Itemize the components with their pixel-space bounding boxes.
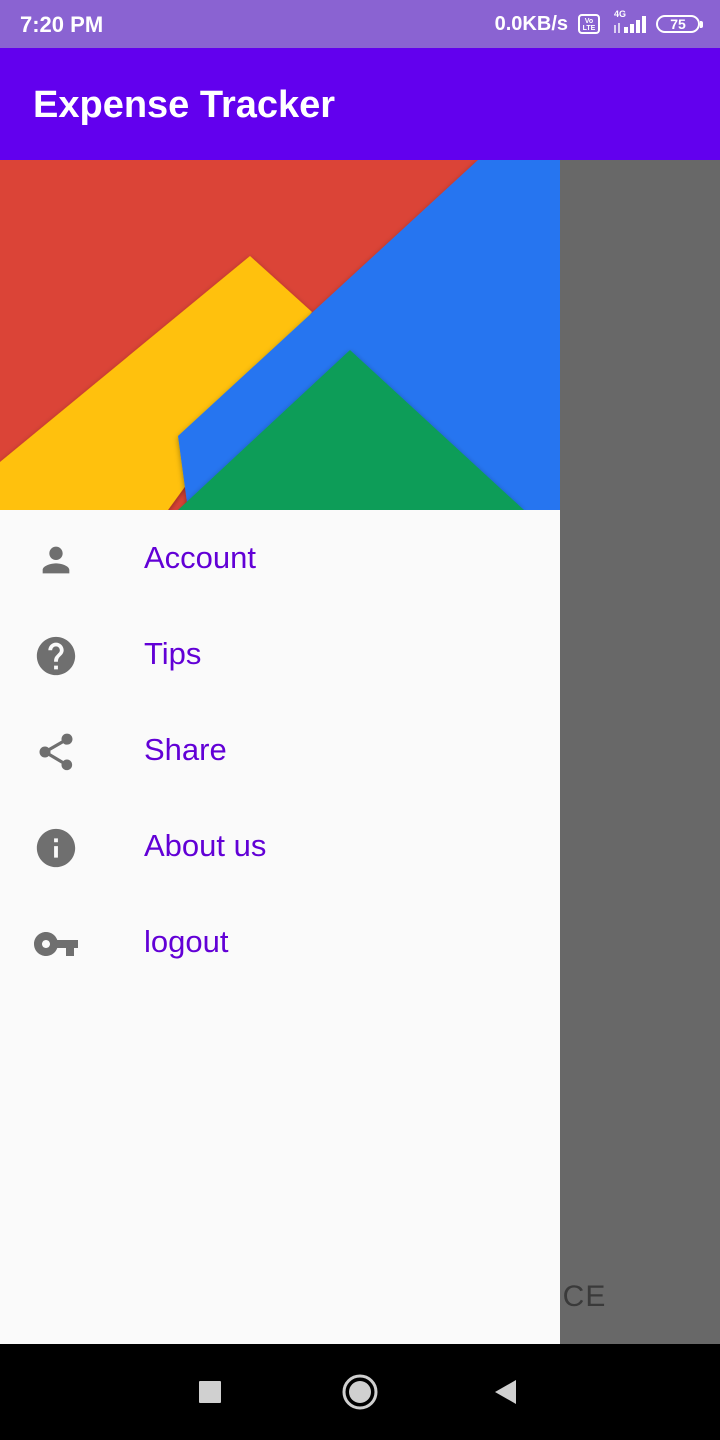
recents-button[interactable] <box>188 1370 232 1414</box>
status-time: 7:20 PM <box>20 12 104 37</box>
volte-icon: Vo LTE <box>578 14 600 34</box>
menu-label-logout: logout <box>144 924 229 959</box>
help-circle-icon <box>32 632 80 680</box>
app-bar: Expense Tracker <box>0 48 720 160</box>
person-icon <box>32 536 80 584</box>
key-icon <box>32 920 80 968</box>
back-button[interactable] <box>484 1370 528 1414</box>
drawer-scrim[interactable]: NCE <box>560 160 720 1344</box>
status-indicators: 0.0KB/s Vo LTE 4G 75 <box>494 9 703 38</box>
menu-label-tips: Tips <box>144 636 202 671</box>
menu-item-account[interactable]: Account <box>0 510 560 606</box>
system-nav-bar <box>0 1344 720 1440</box>
menu-label-share: Share <box>144 732 227 767</box>
menu-item-tips[interactable]: Tips <box>0 606 560 702</box>
network-speed: 0.0KB/s <box>494 12 568 35</box>
battery-icon: 75 <box>656 15 703 33</box>
navigation-drawer: Account Tips Share About us logout <box>0 160 560 1344</box>
signal-icon: 4G <box>610 9 646 37</box>
home-button[interactable] <box>338 1370 382 1414</box>
menu-item-logout[interactable]: logout <box>0 894 560 990</box>
menu-item-about-us[interactable]: About us <box>0 798 560 894</box>
info-icon <box>32 824 80 872</box>
menu-label-account: Account <box>144 540 257 575</box>
menu-label-about-us: About us <box>144 828 267 863</box>
share-icon <box>32 728 80 776</box>
status-bar: 7:20 PM 0.0KB/s Vo LTE 4G 75 <box>0 0 720 48</box>
drawer-header-image <box>0 160 560 510</box>
app-title: Expense Tracker <box>33 84 336 126</box>
menu-item-share[interactable]: Share <box>0 702 560 798</box>
drawer-menu: Account Tips Share About us logout <box>0 510 560 990</box>
background-partial-text: NCE <box>560 1280 607 1313</box>
